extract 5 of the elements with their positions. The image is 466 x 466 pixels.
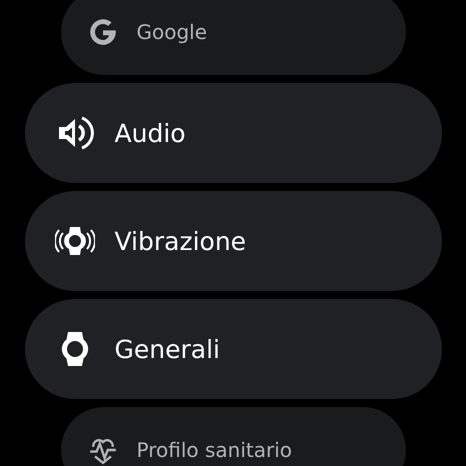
settings-item[interactable]: Generali <box>24 299 442 399</box>
settings-item[interactable]: Profilo sanitario <box>60 407 406 466</box>
settings-item[interactable]: Audio <box>24 83 442 183</box>
settings-item[interactable]: Vibrazione <box>24 191 442 291</box>
settings-item[interactable]: Google <box>60 0 406 75</box>
